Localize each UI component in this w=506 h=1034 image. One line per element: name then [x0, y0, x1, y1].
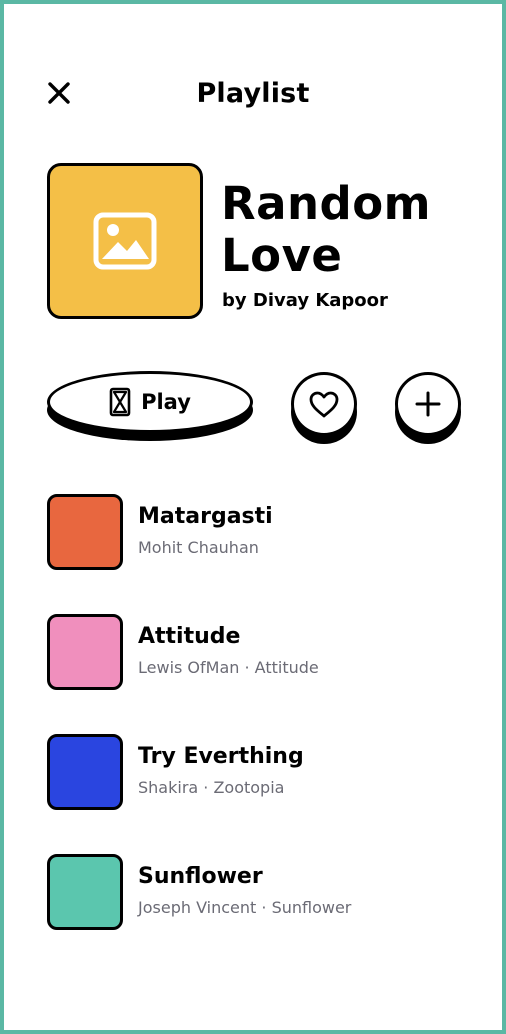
- track-title: Matargasti: [138, 504, 273, 529]
- track-thumbnail: [47, 614, 123, 690]
- play-button[interactable]: Play: [47, 371, 253, 441]
- track-title: Attitude: [138, 624, 241, 649]
- play-button-face: Play: [47, 371, 253, 433]
- play-button-label: Play: [141, 390, 191, 414]
- track-item[interactable]: Try Everthing Shakira · Zootopia: [47, 734, 467, 810]
- track-thumbnail: [47, 854, 123, 930]
- page-title: Playlist: [196, 78, 310, 109]
- hourglass-icon: [109, 387, 131, 417]
- image-placeholder-icon: [93, 212, 157, 270]
- add-button[interactable]: [395, 372, 461, 444]
- track-subtitle: Lewis OfMan · Attitude: [138, 658, 319, 677]
- track-subtitle: Shakira · Zootopia: [138, 778, 285, 797]
- track-title: Sunflower: [138, 864, 263, 889]
- track-subtitle: Mohit Chauhan: [138, 538, 259, 557]
- track-thumbnail: [47, 494, 123, 570]
- track-item[interactable]: Attitude Lewis OfMan · Attitude: [47, 614, 467, 690]
- track-thumbnail: [47, 734, 123, 810]
- playlist-cover: [47, 163, 203, 319]
- track-item[interactable]: Sunflower Joseph Vincent · Sunflower: [47, 854, 467, 930]
- like-button-face: [291, 372, 357, 436]
- heart-icon: [309, 391, 339, 418]
- add-button-face: [395, 372, 461, 436]
- plus-icon: [415, 391, 441, 417]
- playlist-name: Random Love: [221, 177, 432, 282]
- like-button[interactable]: [291, 372, 357, 444]
- track-title: Try Everthing: [138, 744, 304, 769]
- track-item[interactable]: Matargasti Mohit Chauhan: [47, 494, 467, 570]
- track-subtitle: Joseph Vincent · Sunflower: [138, 898, 352, 917]
- playlist-author: by Divay Kapoor: [222, 290, 388, 311]
